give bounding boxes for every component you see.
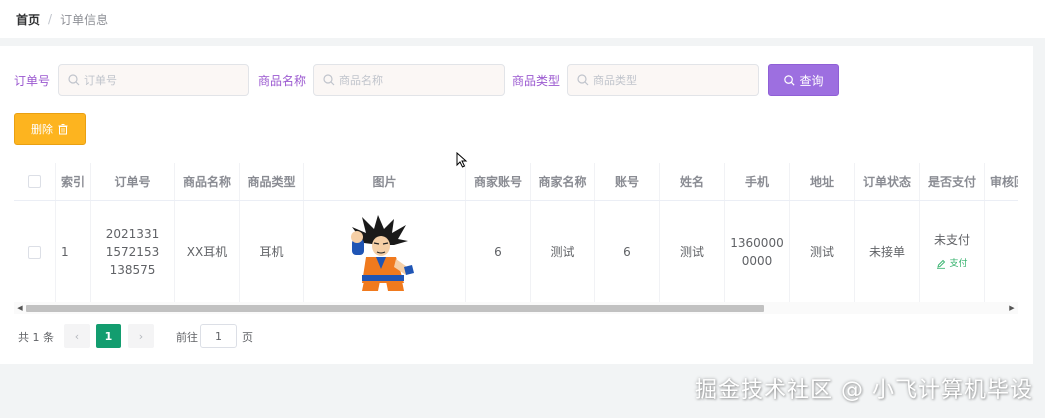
paid-status-text: 未支付 bbox=[933, 233, 970, 247]
cell-account: 6 bbox=[595, 201, 660, 303]
col-phone: 手机 bbox=[725, 163, 790, 200]
order-no-label: 订单号 bbox=[14, 74, 51, 88]
breadcrumb-home[interactable]: 首页 bbox=[16, 11, 40, 28]
watermark-text: 掘金技术社区 @ 小飞计算机毕设 bbox=[695, 378, 1033, 403]
order-no-input[interactable]: 订单号 bbox=[58, 64, 249, 96]
cell-index: 1 bbox=[56, 201, 91, 303]
col-review-reply: 审核回复 bbox=[985, 163, 1018, 200]
scrollbar-thumb[interactable] bbox=[26, 305, 764, 312]
search-icon bbox=[67, 73, 81, 87]
product-type-placeholder: 商品类型 bbox=[593, 74, 637, 87]
cell-paid: 未支付 支付 bbox=[920, 201, 985, 303]
search-icon bbox=[576, 73, 590, 87]
cell-order-no-line: 138575 bbox=[109, 263, 156, 277]
cell-order-status: 未接单 bbox=[855, 201, 920, 303]
col-paid: 是否支付 bbox=[920, 163, 985, 200]
col-index: 索引 bbox=[56, 163, 91, 200]
delete-button[interactable]: 删除 bbox=[14, 113, 86, 145]
cell-phone-line: 1360000 bbox=[730, 236, 784, 250]
col-merchant-account: 商家账号 bbox=[466, 163, 531, 200]
delete-button-label: 删除 bbox=[31, 123, 53, 136]
col-order-no: 订单号 bbox=[91, 163, 175, 200]
breadcrumb-separator: / bbox=[48, 12, 53, 26]
search-icon bbox=[322, 73, 336, 87]
product-type-input[interactable]: 商品类型 bbox=[567, 64, 759, 96]
order-no-placeholder: 订单号 bbox=[84, 74, 117, 87]
page-number-current[interactable]: 1 bbox=[96, 324, 121, 348]
cell-product-type: 耳机 bbox=[240, 201, 304, 303]
col-address: 地址 bbox=[790, 163, 855, 200]
cell-image bbox=[304, 201, 466, 303]
table-row: 1 2021331 1572153 138575 XX耳机 耳机 6 测试 6 … bbox=[14, 201, 1018, 303]
search-button-label: 查询 bbox=[799, 73, 824, 88]
cell-review-reply bbox=[985, 201, 1018, 303]
row-checkbox[interactable] bbox=[14, 201, 56, 303]
table-header: 索引 订单号 商品名称 商品类型 图片 商家账号 商家名称 账号 姓名 手机 地… bbox=[14, 163, 1018, 201]
col-name: 姓名 bbox=[660, 163, 725, 200]
cell-order-no-line: 1572153 bbox=[105, 245, 160, 259]
goto-label: 前往 bbox=[176, 331, 198, 344]
product-type-label: 商品类型 bbox=[512, 74, 561, 88]
chevron-left-icon: ‹ bbox=[74, 329, 80, 343]
cell-order-no-line: 2021331 bbox=[105, 227, 160, 241]
pay-link[interactable]: 支付 bbox=[936, 255, 968, 273]
cell-phone: 1360000 0000 bbox=[725, 201, 790, 303]
chevron-right-icon: › bbox=[138, 329, 144, 343]
col-account: 账号 bbox=[595, 163, 660, 200]
select-all-checkbox[interactable] bbox=[14, 163, 56, 200]
product-image bbox=[350, 215, 414, 291]
order-table: 索引 订单号 商品名称 商品类型 图片 商家账号 商家名称 账号 姓名 手机 地… bbox=[14, 163, 1018, 303]
page-unit-label: 页 bbox=[242, 331, 253, 344]
breadcrumb-bar: 首页 / 订单信息 bbox=[0, 0, 1045, 38]
goto-page-input[interactable]: 1 bbox=[200, 324, 237, 348]
table-horizontal-scrollbar[interactable]: ◀ ▶ bbox=[14, 302, 1018, 314]
cell-merchant-name: 测试 bbox=[531, 201, 595, 303]
cell-product-name: XX耳机 bbox=[175, 201, 240, 303]
cell-address: 测试 bbox=[790, 201, 855, 303]
next-page-button[interactable]: › bbox=[128, 324, 154, 348]
col-product-type: 商品类型 bbox=[240, 163, 304, 200]
col-product-name: 商品名称 bbox=[175, 163, 240, 200]
col-merchant-name: 商家名称 bbox=[531, 163, 595, 200]
scroll-right-arrow-icon[interactable]: ▶ bbox=[1006, 302, 1018, 314]
breadcrumb-current: 订单信息 bbox=[60, 12, 109, 27]
col-order-status: 订单状态 bbox=[855, 163, 920, 200]
pagination: 共 1 条 ‹ 1 › 前往 1 页 bbox=[18, 324, 418, 348]
product-name-placeholder: 商品名称 bbox=[339, 74, 383, 87]
scroll-left-arrow-icon[interactable]: ◀ bbox=[14, 302, 26, 314]
pay-link-label: 支付 bbox=[949, 259, 968, 269]
edit-icon bbox=[936, 259, 946, 269]
cell-phone-line: 0000 bbox=[741, 254, 773, 268]
cell-order-no: 2021331 1572153 138575 bbox=[91, 201, 175, 303]
prev-page-button[interactable]: ‹ bbox=[64, 324, 90, 348]
col-image: 图片 bbox=[304, 163, 466, 200]
search-form: 订单号 订单号 商品名称 商品名称 商品类型 商品类型 查询 bbox=[0, 64, 1033, 96]
search-icon bbox=[783, 74, 796, 87]
pagination-total: 共 1 条 bbox=[18, 331, 54, 344]
product-name-label: 商品名称 bbox=[258, 74, 307, 88]
trash-icon bbox=[57, 123, 69, 135]
cell-merchant-account: 6 bbox=[466, 201, 531, 303]
main-panel: 订单号 订单号 商品名称 商品名称 商品类型 商品类型 查询 删除 索引 订单号… bbox=[0, 46, 1033, 364]
product-name-input[interactable]: 商品名称 bbox=[313, 64, 505, 96]
cell-name: 测试 bbox=[660, 201, 725, 303]
search-button[interactable]: 查询 bbox=[768, 64, 839, 96]
